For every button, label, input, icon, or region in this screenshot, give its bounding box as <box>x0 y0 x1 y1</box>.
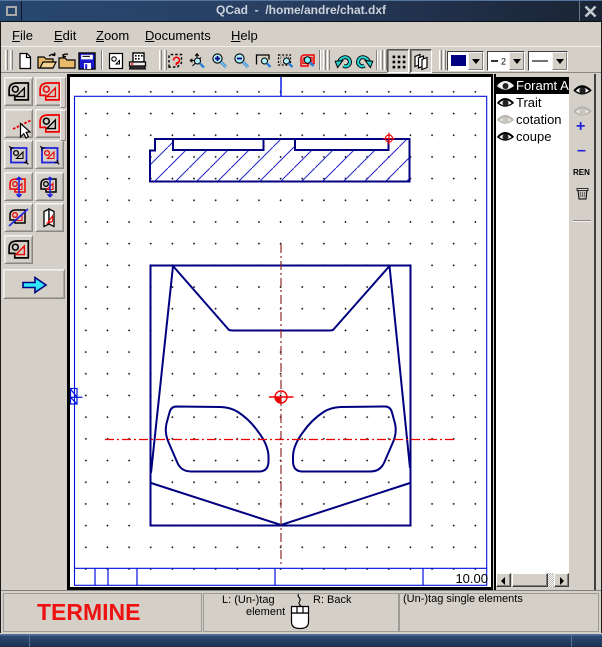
svg-text:2: 2 <box>501 57 506 67</box>
svg-text:10.00: 10.00 <box>455 571 488 586</box>
